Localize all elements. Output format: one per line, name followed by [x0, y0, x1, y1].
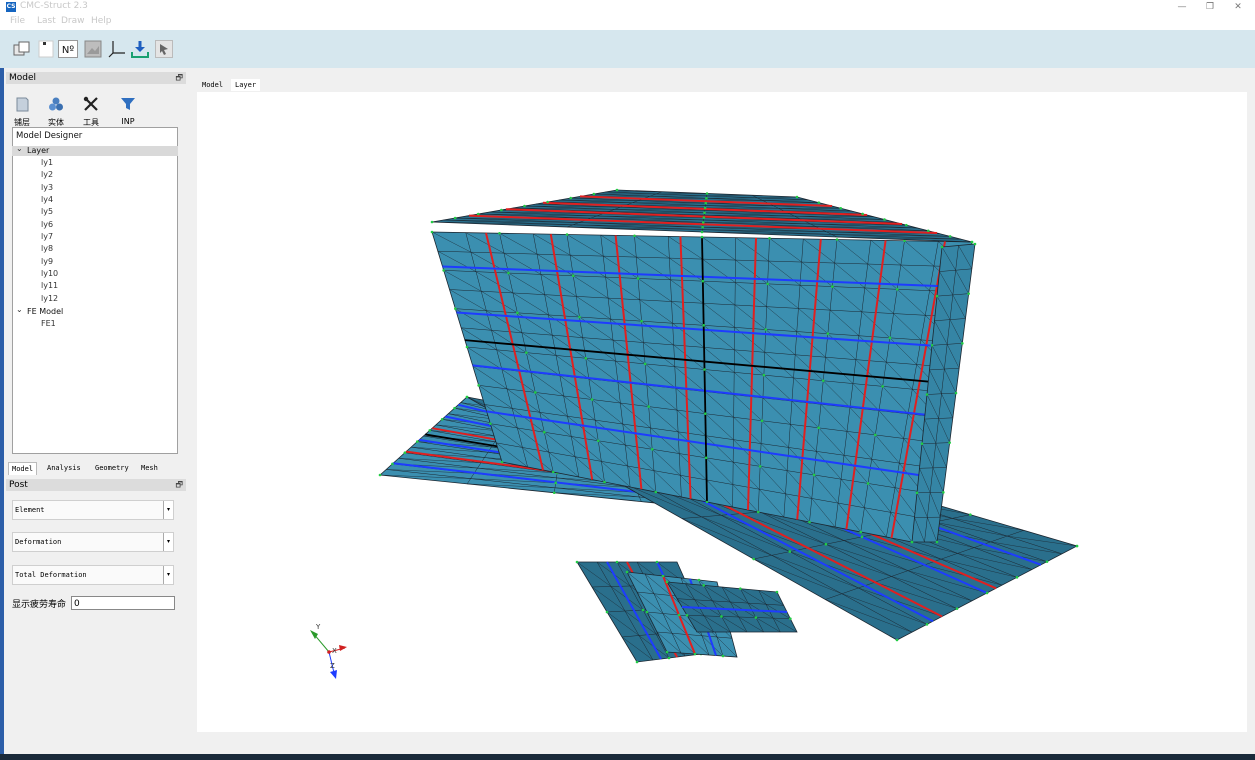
deformation-type-select[interactable]: Total Deformation ▾	[12, 565, 174, 585]
download-icon[interactable]	[131, 40, 149, 58]
restore-button[interactable]: ❐	[1196, 0, 1224, 14]
svg-text:Nº: Nº	[62, 45, 74, 56]
tab-viewport-layer[interactable]: Layer	[231, 79, 261, 91]
axes-icon[interactable]	[108, 40, 126, 58]
ply-tool-button[interactable]: 铺层	[8, 96, 36, 128]
inp-tool-label: INP	[121, 117, 135, 126]
axis-z-label: Z	[330, 662, 335, 670]
tab-model[interactable]: Model	[8, 462, 38, 475]
tree-item-ly11[interactable]: ly11	[41, 281, 58, 290]
tree-item-ly10[interactable]: ly10	[41, 269, 58, 278]
pointer-icon[interactable]	[155, 40, 173, 58]
fatigue-life-label: 显示疲劳寿命	[12, 600, 67, 610]
image-icon[interactable]	[84, 40, 102, 58]
menu-file[interactable]: File	[10, 16, 25, 26]
tab-analysis[interactable]: Analysis	[44, 462, 84, 474]
tree-item-ly5[interactable]: ly5	[41, 207, 53, 216]
model-tree	[12, 127, 178, 454]
inp-tool-button[interactable]: INP	[114, 96, 142, 126]
tab-geometry[interactable]: Geometry	[92, 462, 132, 474]
solid-icon	[49, 97, 63, 111]
deformation-select-value: Deformation	[15, 538, 62, 546]
axis-x-label: X	[332, 647, 337, 655]
float-icon[interactable]: 🗗	[175, 72, 183, 84]
tree-item-ly9[interactable]: ly9	[41, 257, 53, 266]
tab-viewport-model[interactable]: Model	[198, 79, 227, 91]
menu-draw[interactable]: Draw	[61, 16, 85, 26]
close-button[interactable]: ✕	[1224, 0, 1252, 14]
post-panel-label: Post	[9, 480, 28, 490]
taskbar	[0, 754, 1255, 760]
menu-last[interactable]: Last	[37, 16, 56, 26]
new-icon[interactable]	[37, 40, 55, 58]
tree-item-ly4[interactable]: ly4	[41, 195, 53, 204]
axis-y-label: Y	[315, 623, 321, 631]
minimize-button[interactable]: —	[1168, 0, 1196, 14]
model-panel-title: Model 🗗	[6, 72, 186, 84]
chevron-down-icon[interactable]: ▾	[163, 533, 173, 551]
deformation-type-select-value: Total Deformation	[15, 571, 87, 579]
layers-icon[interactable]	[13, 40, 31, 58]
tree-item-fe1[interactable]: FE1	[41, 319, 56, 328]
tree-item-layer[interactable]: Layer	[27, 146, 49, 155]
element-select[interactable]: Element ▾	[12, 500, 174, 520]
tree-item-ly6[interactable]: ly6	[41, 220, 53, 229]
tree-item-ly7[interactable]: ly7	[41, 232, 53, 241]
tree-item-ly1[interactable]: ly1	[41, 158, 53, 167]
tools-icon	[83, 96, 98, 111]
3d-viewport[interactable]: Y X Z	[197, 92, 1247, 732]
numbering-icon[interactable]: Nº	[58, 40, 78, 58]
title-bar: CS CMC-Struct 2.3 — ❐ ✕	[0, 0, 1255, 14]
element-select-value: Element	[15, 506, 45, 514]
tree-item-ly3[interactable]: ly3	[41, 183, 53, 192]
tree-item-fe-model[interactable]: FE Model	[27, 307, 63, 316]
float-icon[interactable]: 🗗	[175, 479, 183, 491]
model-panel-label: Model	[9, 73, 37, 83]
deformation-select[interactable]: Deformation ▾	[12, 532, 174, 552]
solid-tool-button[interactable]: 实体	[42, 96, 70, 128]
tree-item-ly12[interactable]: ly12	[41, 294, 58, 303]
tree-item-ly8[interactable]: ly8	[41, 244, 53, 253]
post-panel-title: Post 🗗	[6, 479, 186, 491]
expand-icon[interactable]: ⌄	[16, 144, 23, 153]
toolbar: Nº	[0, 30, 1255, 68]
chevron-down-icon[interactable]: ▾	[163, 566, 173, 584]
window-edge	[0, 68, 4, 754]
ply-icon	[16, 97, 29, 112]
expand-icon[interactable]: ⌄	[16, 305, 23, 314]
menu-help[interactable]: Help	[91, 16, 112, 26]
chevron-down-icon[interactable]: ▾	[163, 501, 173, 519]
window-title: CMC-Struct 2.3	[20, 1, 88, 11]
tree-item-ly2[interactable]: ly2	[41, 170, 53, 179]
fatigue-life-input[interactable]: 0	[71, 596, 175, 610]
axis-triad: Y X Z	[310, 623, 347, 679]
tab-mesh[interactable]: Mesh	[138, 462, 161, 474]
menu-bar: File Last Draw Help	[0, 14, 1255, 30]
tools-tool-button[interactable]: 工具	[77, 96, 105, 128]
app-icon: CS	[6, 2, 16, 12]
filter-icon	[121, 98, 135, 110]
tree-root[interactable]: Model Designer	[16, 131, 82, 141]
